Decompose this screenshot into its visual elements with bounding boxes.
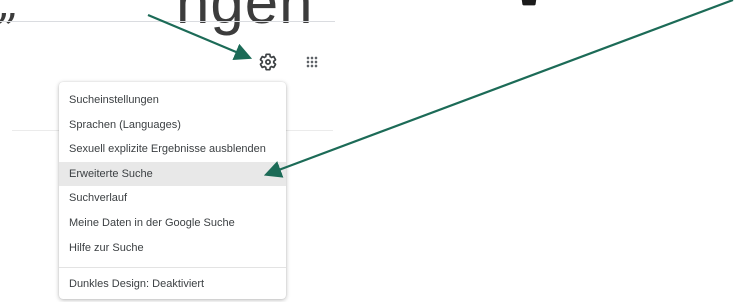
apps-grid-icon [306, 56, 318, 68]
caption-quote-left: „ [0, 0, 19, 29]
caption-text: ngen [176, 0, 314, 36]
menu-item-search-help[interactable]: Hilfe zur Suche [59, 236, 286, 261]
menu-item-search-settings[interactable]: Sucheinstellungen [59, 88, 286, 113]
menu-item-dark-theme[interactable]: Dunkles Design: Deaktiviert [59, 272, 286, 297]
settings-dropdown-menu: Sucheinstellungen Sprachen (Languages) S… [59, 82, 286, 299]
menu-item-my-data[interactable]: Meine Daten in der Google Suche [59, 211, 286, 236]
image-caption: „ ngen " [0, 0, 742, 36]
google-apps-button[interactable] [298, 48, 326, 76]
menu-divider [59, 267, 286, 269]
arrow-to-advanced-search [263, 0, 734, 178]
menu-item-search-history[interactable]: Suchverlauf [59, 186, 286, 211]
menu-item-languages[interactable]: Sprachen (Languages) [59, 113, 286, 138]
header-divider [0, 21, 335, 22]
gear-icon [259, 53, 277, 71]
caption-quote-right: " [706, 0, 727, 29]
menu-item-advanced-search[interactable]: Erweiterte Suche [59, 161, 286, 187]
menu-item-hide-explicit-results[interactable]: Sexuell explizite Ergebnisse ausblenden [59, 137, 286, 162]
settings-button[interactable] [254, 48, 282, 76]
large-gear-icon [521, 0, 537, 6]
